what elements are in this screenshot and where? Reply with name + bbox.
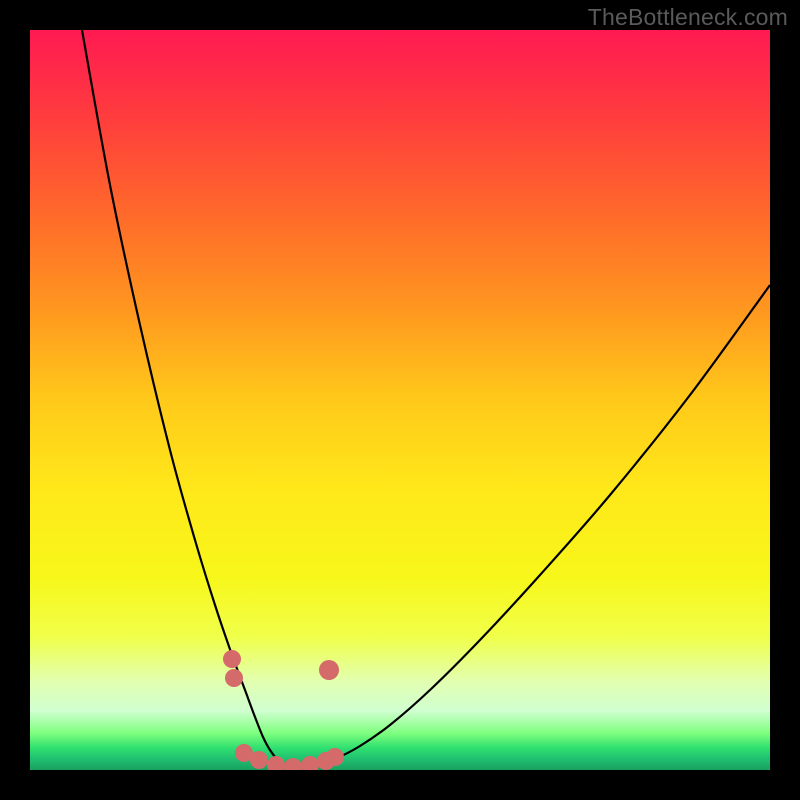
marker-dot [326,748,344,766]
plot-area [30,30,770,770]
marker-dot [301,756,319,770]
marker-dot [223,650,241,668]
marker-dot [284,758,302,770]
watermark-text: TheBottleneck.com [588,4,788,31]
marker-dot [250,751,268,769]
chart-container: TheBottleneck.com [0,0,800,800]
marker-dot [225,669,243,687]
bottleneck-curve [82,30,770,767]
marker-dot [235,744,253,762]
marker-dot [319,660,339,680]
curve-svg [30,30,770,770]
marker-dot [317,752,335,770]
curve-markers [223,650,344,770]
marker-dot [267,756,285,770]
